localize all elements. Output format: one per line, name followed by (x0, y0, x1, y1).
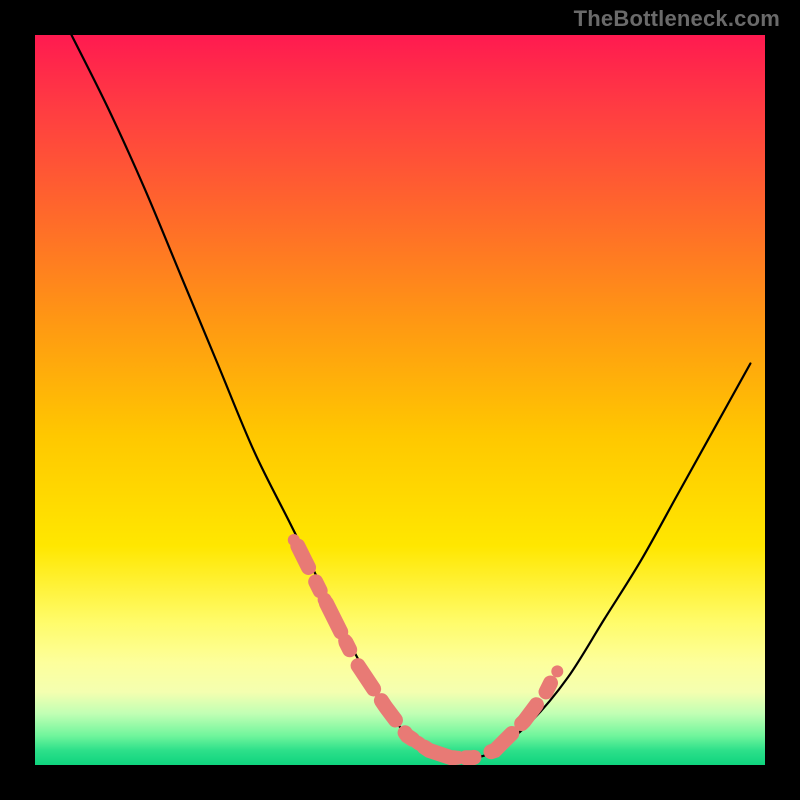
marker-band (288, 534, 564, 758)
watermark-text: TheBottleneck.com (574, 6, 780, 32)
plot-area (35, 35, 765, 765)
curve-layer (35, 35, 765, 765)
chart-frame: TheBottleneck.com (0, 0, 800, 800)
bottleneck-curve (72, 35, 751, 759)
